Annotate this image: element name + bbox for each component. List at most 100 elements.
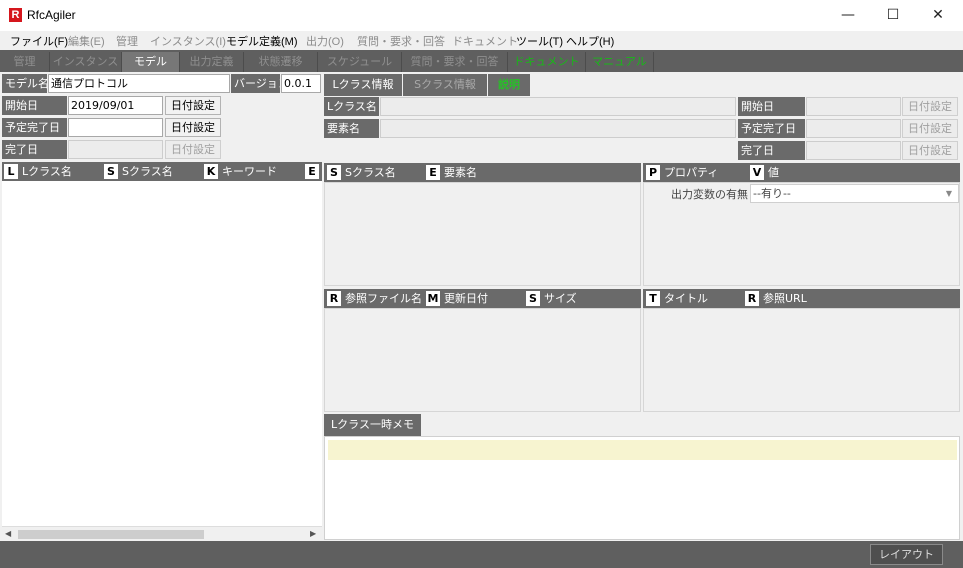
lclass-grid-header: L Lクラス名 S Sクラス名 K キーワード E bbox=[2, 162, 322, 181]
menu-file[interactable]: ファイル(F) bbox=[10, 33, 68, 49]
element-name-label: 要素名 bbox=[324, 119, 379, 138]
end-date-label: 完了日 bbox=[2, 140, 67, 159]
tab-manual[interactable]: マニュアル bbox=[586, 52, 654, 72]
r-key-icon: R bbox=[327, 291, 341, 306]
tab-description[interactable]: 説明 bbox=[488, 74, 530, 96]
model-name-input[interactable]: 通信プロトコル bbox=[48, 74, 230, 93]
tab-state-transition[interactable]: 状態遷移 bbox=[244, 52, 318, 72]
lclass-planned-end-button[interactable]: 日付設定 bbox=[902, 119, 958, 138]
column-element-name[interactable]: E 要素名 bbox=[426, 165, 477, 180]
menu-instance[interactable]: インスタンス(I) bbox=[150, 33, 226, 49]
l-key-icon: L bbox=[4, 164, 18, 179]
lclass-start-date-label: 開始日 bbox=[738, 97, 805, 116]
menu-model-definition[interactable]: モデル定義(M) bbox=[226, 33, 298, 49]
status-bar: レイアウト bbox=[0, 541, 963, 568]
property-grid-body: 出力変数の有無 --有り-- ▼ bbox=[643, 182, 960, 286]
sclass-grid-header: S Sクラス名 E 要素名 bbox=[324, 163, 641, 182]
output-variable-select[interactable]: --有り-- ▼ bbox=[750, 184, 959, 203]
column-ref-file-name[interactable]: R 参照ファイル名 bbox=[327, 291, 422, 306]
lclass-end-date-button[interactable]: 日付設定 bbox=[902, 141, 958, 160]
s-key-icon: S bbox=[327, 165, 341, 180]
tab-schedule[interactable]: スケジュール bbox=[318, 52, 402, 72]
tab-instance[interactable]: インスタンス bbox=[50, 52, 122, 72]
lclass-name-label: Lクラス名 bbox=[324, 97, 379, 116]
tab-model[interactable]: モデル bbox=[122, 52, 180, 72]
element-name-input[interactable] bbox=[380, 119, 736, 138]
column-size[interactable]: S サイズ bbox=[526, 291, 577, 306]
planned-end-set-button[interactable]: 日付設定 bbox=[165, 118, 221, 137]
start-date-label: 開始日 bbox=[2, 96, 67, 115]
minimize-button[interactable]: — bbox=[825, 0, 871, 31]
main-tab-strip: 管理 インスタンス モデル 出力定義 状態遷移 スケジュール 質問・要求・回答 … bbox=[0, 50, 963, 72]
version-label: バージョン bbox=[231, 74, 280, 93]
menu-admin[interactable]: 管理 bbox=[116, 33, 138, 49]
lclass-start-date-input[interactable] bbox=[806, 97, 901, 116]
close-button[interactable]: ✕ bbox=[915, 0, 961, 31]
chevron-down-icon: ▼ bbox=[945, 189, 952, 198]
ref-file-grid-body[interactable] bbox=[324, 308, 641, 412]
menu-output[interactable]: 出力(O) bbox=[306, 33, 344, 49]
planned-end-input[interactable] bbox=[68, 118, 163, 137]
column-sclass-name[interactable]: S Sクラス名 bbox=[104, 164, 173, 179]
scrollbar-thumb[interactable] bbox=[18, 530, 204, 539]
start-date-input[interactable]: 2019/09/01 bbox=[68, 96, 163, 115]
tab-output-definition[interactable]: 出力定義 bbox=[180, 52, 244, 72]
column-value[interactable]: V値 bbox=[750, 165, 779, 180]
window-title: RfcAgiler bbox=[27, 8, 76, 22]
ref-file-grid-header: R 参照ファイル名 M 更新日付 S サイズ bbox=[324, 289, 641, 308]
tab-lclass-info[interactable]: Lクラス情報 bbox=[324, 74, 402, 96]
ref-url-grid-body[interactable] bbox=[643, 308, 960, 412]
column-sclass-name-right[interactable]: S Sクラス名 bbox=[327, 165, 396, 180]
menu-edit[interactable]: 編集(E) bbox=[68, 33, 105, 49]
lclass-end-date-label: 完了日 bbox=[738, 141, 805, 160]
lclass-grid-body[interactable] bbox=[2, 181, 322, 526]
tab-admin[interactable]: 管理 bbox=[0, 52, 50, 72]
lclass-planned-end-label: 予定完了日 bbox=[738, 119, 805, 138]
tab-documents[interactable]: ドキュメント bbox=[508, 52, 586, 72]
lclass-start-date-button[interactable]: 日付設定 bbox=[902, 97, 958, 116]
ref-url-grid-header: T タイトル R 参照URL bbox=[643, 289, 960, 308]
sclass-grid-body[interactable] bbox=[324, 182, 641, 286]
horizontal-scrollbar[interactable]: ◀ ▶ bbox=[2, 526, 322, 541]
column-ref-url[interactable]: R 参照URL bbox=[745, 291, 807, 306]
v-key-icon: V bbox=[750, 165, 764, 180]
menu-tools[interactable]: ツール(T) bbox=[516, 33, 563, 49]
column-updated-date[interactable]: M 更新日付 bbox=[426, 291, 488, 306]
column-element[interactable]: E bbox=[305, 164, 323, 179]
menu-help[interactable]: ヘルプ(H) bbox=[566, 33, 614, 49]
tab-sclass-info[interactable]: Sクラス情報 bbox=[403, 74, 487, 96]
version-input[interactable]: 0.0.1 bbox=[281, 74, 321, 93]
end-date-set-button[interactable]: 日付設定 bbox=[165, 140, 221, 159]
title-bar: R RfcAgiler — ☐ ✕ bbox=[0, 0, 963, 31]
tab-lclass-memo[interactable]: Lクラス一時メモ bbox=[324, 414, 421, 436]
e-key-icon: E bbox=[426, 165, 440, 180]
menu-questions[interactable]: 質問・要求・回答 bbox=[357, 33, 445, 49]
k-key-icon: K bbox=[204, 164, 218, 179]
layout-button[interactable]: レイアウト bbox=[870, 544, 943, 565]
menu-bar: ファイル(F) 編集(E) 管理 インスタンス(I) モデル定義(M) 出力(O… bbox=[0, 31, 963, 50]
s-key-icon: S bbox=[526, 291, 540, 306]
app-logo-icon: R bbox=[9, 8, 22, 22]
e-key-icon: E bbox=[305, 164, 319, 179]
p-key-icon: P bbox=[646, 165, 660, 180]
scroll-right-icon[interactable]: ▶ bbox=[310, 529, 316, 538]
column-property[interactable]: P プロパティ bbox=[646, 165, 718, 180]
menu-documents[interactable]: ドキュメント bbox=[452, 33, 518, 49]
tab-questions[interactable]: 質問・要求・回答 bbox=[402, 52, 508, 72]
property-grid-header: P プロパティ V値 bbox=[643, 163, 960, 182]
column-title[interactable]: T タイトル bbox=[646, 291, 708, 306]
lclass-end-date-input[interactable] bbox=[806, 141, 901, 160]
start-date-set-button[interactable]: 日付設定 bbox=[165, 96, 221, 115]
t-key-icon: T bbox=[646, 291, 660, 306]
maximize-button[interactable]: ☐ bbox=[870, 0, 916, 31]
end-date-input[interactable] bbox=[68, 140, 163, 159]
scroll-left-icon[interactable]: ◀ bbox=[5, 529, 11, 538]
memo-input[interactable] bbox=[328, 440, 957, 460]
column-lclass-name[interactable]: L Lクラス名 bbox=[4, 164, 72, 179]
memo-panel bbox=[324, 436, 960, 540]
lclass-name-input[interactable] bbox=[380, 97, 736, 116]
m-key-icon: M bbox=[426, 291, 440, 306]
lclass-planned-end-input[interactable] bbox=[806, 119, 901, 138]
property-name: 出力変数の有無 bbox=[671, 188, 748, 201]
column-keyword[interactable]: K キーワード bbox=[204, 164, 277, 179]
